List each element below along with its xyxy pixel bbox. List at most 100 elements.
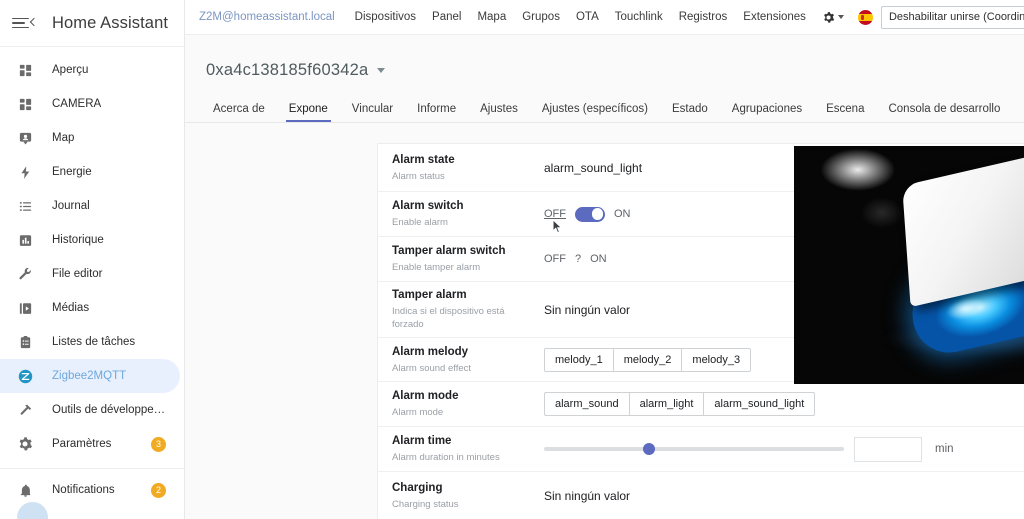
sidebar-item-camera[interactable]: CAMERA	[0, 87, 180, 121]
sidebar-item-file-editor[interactable]: File editor	[0, 257, 180, 291]
alarm-melody-options: melody_1 melody_2 melody_3	[544, 347, 752, 372]
sidebar-item-historique[interactable]: Historique	[0, 223, 180, 257]
nav-extensiones[interactable]: Extensiones	[735, 11, 814, 23]
alarm-mode-option-light[interactable]: alarm_light	[628, 392, 705, 416]
expose-description: Enable alarm	[392, 217, 448, 228]
sidebar-item-label: Notifications	[52, 484, 115, 496]
sidebar-item-apercu[interactable]: Aperçu	[0, 53, 180, 87]
alarm-state-value: alarm_sound_light	[544, 160, 643, 175]
sidebar-item-medias[interactable]: Médias	[0, 291, 180, 325]
sidebar-item-label: Listes de tâches	[52, 336, 136, 348]
settings-menu-button[interactable]	[816, 11, 850, 24]
chevron-down-icon	[837, 15, 844, 19]
melody-option-3[interactable]: melody_3	[681, 347, 752, 372]
expose-name: Alarm mode	[392, 390, 459, 402]
melody-option-1[interactable]: melody_1	[544, 347, 614, 372]
alarm-mode-option-sound[interactable]: alarm_sound	[544, 392, 630, 416]
expose-row-alarm-mode: Alarm mode Alarm mode alarm_sound alarm_…	[378, 382, 1024, 427]
tab-ajustes-especificos[interactable]: Ajustes (específicos)	[530, 103, 660, 122]
main-area: Z2M@homeassistant.local Dispositivos Pan…	[185, 0, 1024, 519]
chevron-down-icon[interactable]	[377, 67, 386, 73]
sidebar-nav: Aperçu CAMERA Map Énergie Journal Histor…	[0, 47, 184, 519]
sidebar-item-map[interactable]: Map	[0, 121, 180, 155]
spain-flag-icon[interactable]	[857, 9, 873, 25]
sidebar-item-label: Énergie	[52, 166, 92, 178]
nav-registros[interactable]: Registros	[671, 11, 736, 23]
sidebar-item-outils-de-developpement[interactable]: Outils de développement	[0, 393, 180, 427]
tab-estado[interactable]: Estado	[660, 103, 720, 122]
lightning-icon	[14, 161, 36, 183]
expose-name: Alarm time	[392, 435, 452, 447]
expose-name: Charging	[392, 482, 443, 494]
sidebar-item-parametres[interactable]: Paramètres 3	[0, 427, 180, 461]
melody-option-2[interactable]: melody_2	[612, 347, 683, 372]
nav-panel[interactable]: Panel	[424, 11, 469, 23]
alarm-switch-off-label[interactable]: OFF	[544, 208, 566, 220]
expose-value: Sin ningún valor	[538, 489, 1024, 503]
tab-consola-de-desarrollo[interactable]: Consola de desarrollo	[876, 103, 1012, 122]
tab-ajustes[interactable]: Ajustes	[468, 103, 530, 122]
tamper-switch-on-label[interactable]: ON	[590, 253, 607, 265]
sidebar-item-label: Aperçu	[52, 64, 89, 76]
tamper-switch-off-label[interactable]: OFF	[544, 253, 566, 265]
expose-description: Charging status	[392, 499, 459, 510]
tab-acerca-de[interactable]: Acerca de	[201, 103, 277, 122]
wrench-icon	[14, 263, 36, 285]
tamper-switch-unknown-label[interactable]: ?	[575, 253, 581, 265]
hamburger-icon[interactable]	[12, 11, 36, 35]
sidebar-item-label: File editor	[52, 268, 103, 280]
sidebar-item-label: Historique	[52, 234, 104, 246]
alarm-switch-on-label[interactable]: ON	[614, 208, 631, 220]
page-title: 0xa4c138185f60342a	[206, 60, 369, 79]
sidebar-divider	[0, 468, 184, 469]
permit-join-label: Deshabilitar unirse (Coordinator) 03:49	[888, 11, 1024, 23]
expose-description: Alarm duration in minutes	[392, 452, 500, 463]
device-image	[794, 146, 1024, 384]
z2m-topbar: Z2M@homeassistant.local Dispositivos Pan…	[185, 0, 1024, 35]
tab-expone[interactable]: Expone	[277, 103, 340, 122]
permit-join-select[interactable]: Deshabilitar unirse (Coordinator) 03:49 …	[880, 5, 1024, 29]
sidebar-item-energie[interactable]: Énergie	[0, 155, 180, 189]
expose-description: Alarm status	[392, 170, 445, 182]
tab-agrupaciones[interactable]: Agrupaciones	[720, 103, 814, 122]
expose-label: Alarm state Alarm status	[392, 146, 538, 190]
sidebar-item-journal[interactable]: Journal	[0, 189, 180, 223]
sidebar-item-label: Zigbee2MQTT	[52, 370, 127, 382]
expose-label: Tamper alarm Indica si el dispositivo es…	[392, 281, 538, 338]
device-tabs: Acerca de Expone Vincular Informe Ajuste…	[185, 93, 1024, 123]
expose-row-alarm-time: Alarm time Alarm duration in minutes min	[378, 427, 1024, 472]
expose-name: Alarm state	[392, 153, 455, 166]
nav-dispositivos[interactable]: Dispositivos	[347, 11, 424, 23]
tab-informe[interactable]: Informe	[405, 103, 468, 122]
sidebar: Home Assistant Aperçu CAMERA Map Énergie…	[0, 0, 185, 519]
nav-grupos[interactable]: Grupos	[514, 11, 568, 23]
tab-escena[interactable]: Escena	[814, 103, 876, 122]
sidebar-item-label: CAMERA	[52, 98, 102, 110]
nav-touchlink[interactable]: Touchlink	[607, 11, 671, 23]
expose-description: Enable tamper alarm	[392, 262, 481, 273]
slider-thumb[interactable]	[643, 443, 655, 455]
alarm-switch-control: OFF ON	[544, 206, 631, 233]
siren-device-illustration	[883, 146, 1024, 361]
expose-name: Tamper alarm switch	[392, 245, 506, 257]
expose-value: min	[538, 436, 1024, 462]
gear-icon	[824, 11, 835, 23]
alarm-time-input[interactable]	[854, 436, 922, 462]
chart-bar-icon	[14, 229, 36, 251]
hammer-icon	[14, 399, 36, 421]
list-icon	[14, 195, 36, 217]
tab-vincular[interactable]: Vincular	[340, 103, 405, 122]
nav-ota[interactable]: OTA	[568, 11, 607, 23]
zigbee-icon	[14, 365, 36, 387]
alarm-switch-toggle[interactable]	[575, 206, 605, 222]
nav-mapa[interactable]: Mapa	[469, 11, 514, 23]
sidebar-item-zigbee2mqtt[interactable]: Zigbee2MQTT	[0, 359, 180, 393]
z2m-brand-link[interactable]: Z2M@homeassistant.local	[199, 11, 335, 23]
expose-label: Alarm mode Alarm mode	[392, 382, 538, 426]
sidebar-badge: 3	[151, 436, 166, 452]
alarm-mode-option-sound-light[interactable]: alarm_sound_light	[703, 392, 816, 416]
sidebar-header: Home Assistant	[0, 0, 184, 47]
expose-name: Tamper alarm	[392, 289, 467, 301]
alarm-time-slider[interactable]	[544, 441, 844, 457]
sidebar-item-listes-de-taches[interactable]: Listes de tâches	[0, 325, 180, 359]
